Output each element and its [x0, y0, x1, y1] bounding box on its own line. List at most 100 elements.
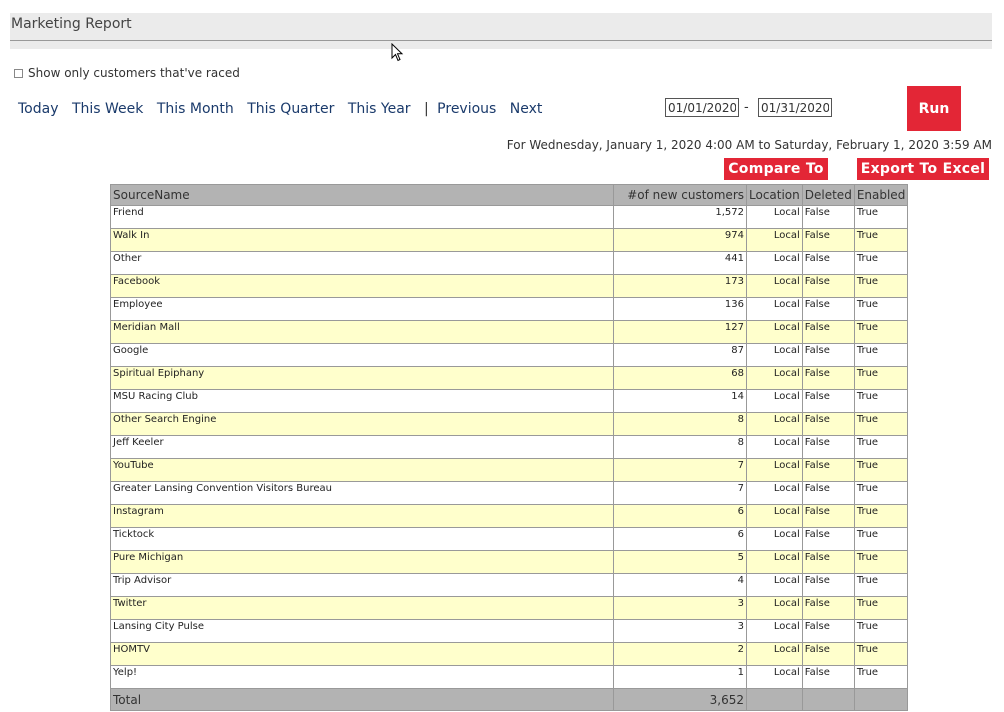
- enabled-cell: True: [853, 619, 909, 643]
- previous-link[interactable]: Previous: [437, 101, 496, 117]
- enabled-cell: True: [853, 366, 909, 390]
- enabled-cell: True: [853, 550, 909, 574]
- location-cell: Local: [746, 596, 803, 620]
- start-date-input[interactable]: [665, 98, 739, 117]
- table-row: HOMTV 2 Local False True: [110, 642, 909, 666]
- new-customers-cell: 127: [613, 320, 747, 344]
- enabled-cell: True: [853, 274, 909, 298]
- location-cell: Local: [746, 343, 803, 367]
- deleted-cell: False: [801, 504, 855, 528]
- table-row: Ticktock 6 Local False True: [110, 527, 909, 551]
- total-label: Total: [110, 688, 614, 711]
- raced-filter[interactable]: Show only customers that've raced: [14, 66, 240, 80]
- total-empty-cell: [801, 688, 855, 711]
- enabled-cell: True: [853, 228, 909, 252]
- source-name-cell: Google: [110, 343, 614, 367]
- enabled-cell: True: [853, 435, 909, 459]
- this-week-link[interactable]: This Week: [72, 101, 143, 117]
- new-customers-cell: 6: [613, 504, 747, 528]
- table-row: Trip Advisor 4 Local False True: [110, 573, 909, 597]
- source-name-cell: Lansing City Pulse: [110, 619, 614, 643]
- table-row: Spiritual Epiphany 68 Local False True: [110, 366, 909, 390]
- total-value: 3,652: [613, 688, 747, 711]
- deleted-cell: False: [801, 550, 855, 574]
- location-cell: Local: [746, 228, 803, 252]
- source-name-cell: HOMTV: [110, 642, 614, 666]
- date-range-nav: Today This Week This Month This Quarter …: [18, 101, 551, 117]
- location-cell: Local: [746, 389, 803, 413]
- source-name-cell: Pure Michigan: [110, 550, 614, 574]
- export-to-excel-button[interactable]: Export To Excel: [857, 158, 989, 180]
- deleted-cell: False: [801, 435, 855, 459]
- column-header-enabled[interactable]: Enabled: [853, 184, 909, 206]
- new-customers-cell: 87: [613, 343, 747, 367]
- new-customers-cell: 5: [613, 550, 747, 574]
- new-customers-cell: 6: [613, 527, 747, 551]
- new-customers-cell: 2: [613, 642, 747, 666]
- enabled-cell: True: [853, 297, 909, 321]
- raced-checkbox-label: Show only customers that've raced: [28, 66, 240, 80]
- location-cell: Local: [746, 458, 803, 482]
- next-link[interactable]: Next: [510, 101, 543, 117]
- enabled-cell: True: [853, 642, 909, 666]
- total-empty-cell: [853, 688, 909, 711]
- location-cell: Local: [746, 435, 803, 459]
- nav-separator: |: [424, 101, 429, 117]
- new-customers-cell: 441: [613, 251, 747, 275]
- this-month-link[interactable]: This Month: [157, 101, 234, 117]
- source-name-cell: Facebook: [110, 274, 614, 298]
- source-name-cell: Walk In: [110, 228, 614, 252]
- column-header-source-name[interactable]: SourceName: [110, 184, 614, 206]
- table-row: Facebook 173 Local False True: [110, 274, 909, 298]
- deleted-cell: False: [801, 527, 855, 551]
- source-name-cell: Yelp!: [110, 665, 614, 689]
- table-row: Twitter 3 Local False True: [110, 596, 909, 620]
- enabled-cell: True: [853, 596, 909, 620]
- deleted-cell: False: [801, 458, 855, 482]
- this-year-link[interactable]: This Year: [348, 101, 411, 117]
- table-row: Lansing City Pulse 3 Local False True: [110, 619, 909, 643]
- enabled-cell: True: [853, 320, 909, 344]
- compare-to-button[interactable]: Compare To: [724, 158, 828, 180]
- source-name-cell: Greater Lansing Convention Visitors Bure…: [110, 481, 614, 505]
- new-customers-cell: 4: [613, 573, 747, 597]
- raced-checkbox[interactable]: [14, 68, 23, 78]
- deleted-cell: False: [801, 228, 855, 252]
- this-quarter-link[interactable]: This Quarter: [247, 101, 334, 117]
- new-customers-cell: 8: [613, 435, 747, 459]
- deleted-cell: False: [801, 642, 855, 666]
- column-header-deleted[interactable]: Deleted: [801, 184, 855, 206]
- end-date-input[interactable]: [758, 98, 832, 117]
- location-cell: Local: [746, 504, 803, 528]
- header-strip: [10, 41, 992, 49]
- today-link[interactable]: Today: [18, 101, 59, 117]
- table-row: Other 441 Local False True: [110, 251, 909, 275]
- deleted-cell: False: [801, 619, 855, 643]
- enabled-cell: True: [853, 205, 909, 229]
- deleted-cell: False: [801, 297, 855, 321]
- location-cell: Local: [746, 366, 803, 390]
- date-separator: -: [744, 100, 749, 115]
- deleted-cell: False: [801, 343, 855, 367]
- table-total-row: Total 3,652: [110, 688, 909, 711]
- enabled-cell: True: [853, 504, 909, 528]
- table-row: Pure Michigan 5 Local False True: [110, 550, 909, 574]
- source-name-cell: MSU Racing Club: [110, 389, 614, 413]
- run-button[interactable]: Run: [907, 86, 961, 131]
- new-customers-cell: 7: [613, 481, 747, 505]
- table-row: Instagram 6 Local False True: [110, 504, 909, 528]
- location-cell: Local: [746, 527, 803, 551]
- deleted-cell: False: [801, 596, 855, 620]
- enabled-cell: True: [853, 389, 909, 413]
- enabled-cell: True: [853, 481, 909, 505]
- enabled-cell: True: [853, 412, 909, 436]
- source-name-cell: Ticktock: [110, 527, 614, 551]
- source-name-cell: Instagram: [110, 504, 614, 528]
- deleted-cell: False: [801, 573, 855, 597]
- location-cell: Local: [746, 274, 803, 298]
- enabled-cell: True: [853, 665, 909, 689]
- table-row: Yelp! 1 Local False True: [110, 665, 909, 689]
- column-header-location[interactable]: Location: [746, 184, 803, 206]
- location-cell: Local: [746, 665, 803, 689]
- column-header-new-customers[interactable]: #of new customers: [613, 184, 747, 206]
